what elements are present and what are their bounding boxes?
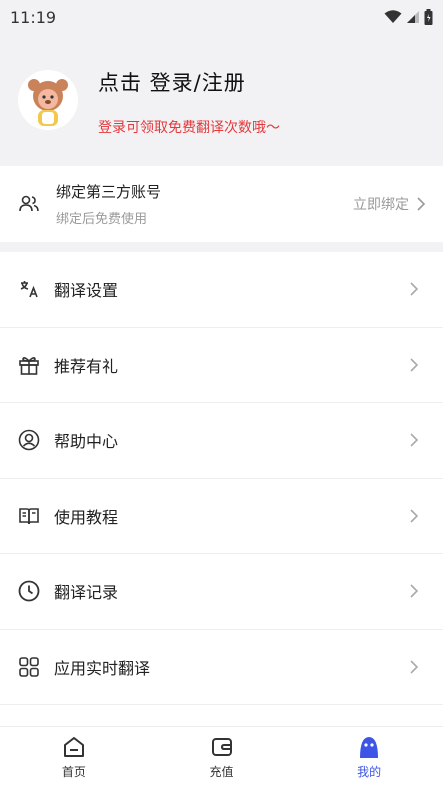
chevron-right-icon	[407, 509, 421, 523]
status-icons	[384, 9, 433, 25]
wifi-icon	[384, 10, 402, 23]
chevron-right-icon	[407, 660, 421, 674]
translate-settings-icon	[18, 278, 40, 300]
tutorial-book-icon	[18, 505, 40, 527]
bear-avatar-icon	[18, 70, 78, 130]
tab-label: 充值	[209, 765, 234, 779]
apps-grid-icon	[18, 656, 40, 678]
menu-label: 使用教程	[54, 507, 119, 527]
bind-action-label: 立即绑定	[353, 197, 409, 213]
chevron-right-icon	[417, 197, 425, 211]
wallet-icon	[209, 734, 235, 760]
home-icon	[61, 734, 87, 760]
menu-label: 翻译设置	[54, 281, 119, 301]
menu-item-help-center[interactable]: 帮助中心	[0, 403, 443, 479]
menu-label: 应用实时翻译	[54, 658, 151, 678]
chevron-right-icon	[407, 358, 421, 372]
menu-item-referral[interactable]: 推荐有礼	[0, 328, 443, 403]
history-clock-icon	[18, 580, 40, 602]
menu-item-app-realtime-translate[interactable]: 应用实时翻译	[0, 630, 443, 705]
menu-label: 翻译记录	[54, 583, 119, 603]
bind-subtitle: 绑定后免费使用	[56, 212, 148, 227]
chevron-right-icon	[407, 433, 421, 447]
status-bar: 11:19	[0, 0, 443, 34]
menu-item-translation-history[interactable]: 翻译记录	[0, 554, 443, 630]
login-promo-text: 登录可领取免费翻译次数哦～	[98, 120, 280, 136]
tab-home[interactable]: 首页	[0, 727, 148, 787]
profile-icon	[356, 734, 382, 760]
menu-label: 帮助中心	[54, 432, 119, 452]
chevron-right-icon	[407, 282, 421, 296]
tab-mine[interactable]: 我的	[295, 727, 443, 787]
users-icon	[19, 195, 39, 212]
tab-recharge[interactable]: 充值	[148, 727, 296, 787]
avatar[interactable]	[18, 70, 78, 130]
profile-header[interactable]: 点击 登录/注册 登录可领取免费翻译次数哦～	[0, 34, 443, 166]
signal-icon	[407, 11, 419, 23]
menu-item-translate-settings[interactable]: 翻译设置	[0, 252, 443, 328]
battery-icon	[424, 9, 433, 25]
bottom-tab-bar: 首页 充值 我的	[0, 726, 443, 787]
bind-account-row[interactable]: 绑定第三方账号 绑定后免费使用 立即绑定	[0, 166, 443, 242]
status-time: 11:19	[10, 7, 57, 27]
tab-label: 首页	[61, 765, 86, 779]
bind-title: 绑定第三方账号	[56, 183, 162, 201]
menu-item-tutorial[interactable]: 使用教程	[0, 479, 443, 554]
bind-now-button[interactable]: 立即绑定	[353, 194, 425, 214]
chevron-right-icon	[407, 584, 421, 598]
menu-label: 推荐有礼	[54, 356, 119, 376]
gift-icon	[18, 354, 40, 376]
settings-menu: 翻译设置 推荐有礼 帮助中心 使用教程 翻译记录 应用实时翻译	[0, 252, 443, 726]
login-register-link[interactable]: 点击 登录/注册	[98, 67, 280, 97]
help-center-icon	[18, 429, 40, 451]
tab-label: 我的	[357, 765, 382, 779]
